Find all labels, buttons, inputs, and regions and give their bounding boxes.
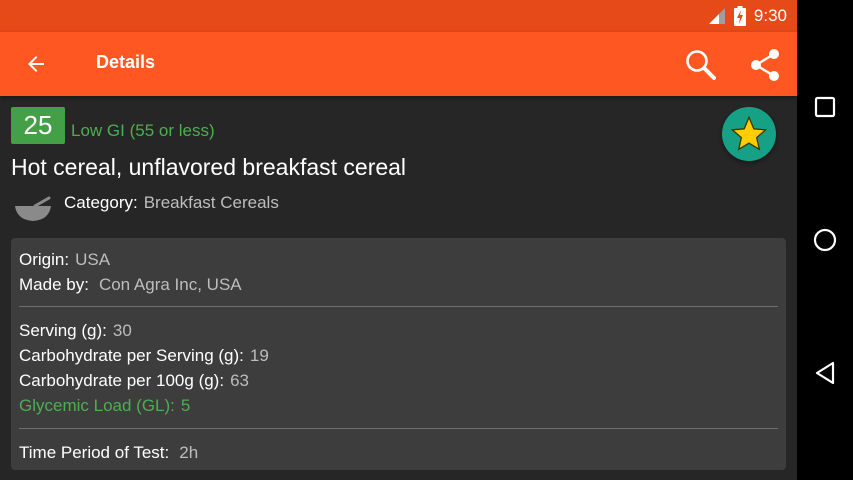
glycemic-load-label: Glycemic Load (GL): — [19, 396, 175, 415]
details-card: Origin: USA Made by: Con Agra Inc, USA Ser… — [11, 238, 786, 470]
carb-serving-value: 19 — [249, 346, 269, 365]
category-row: Category: Breakfast Cereals — [64, 193, 279, 213]
made-by-label: Made by: — [19, 275, 89, 294]
category-value: Breakfast Cereals — [143, 193, 279, 212]
back-nav-button[interactable] — [805, 353, 845, 393]
carb-serving-row: Carbohydrate per Serving (g): 19 — [19, 346, 269, 366]
app-screen: 9:30 Details 25 Low GI (55 or less) Hot … — [0, 0, 797, 480]
star-icon — [730, 115, 768, 151]
bowl-icon — [15, 196, 51, 221]
details-content: 25 Low GI (55 or less) Hot cereal, unfla… — [0, 96, 797, 480]
glycemic-load-row: Glycemic Load (GL): 5 — [19, 396, 190, 416]
home-button[interactable] — [805, 220, 845, 260]
carb-100g-row: Carbohydrate per 100g (g): 63 — [19, 371, 249, 391]
circle-icon — [813, 228, 837, 252]
made-by-row: Made by: Con Agra Inc, USA — [19, 275, 242, 295]
time-period-row: Time Period of Test: 2h — [19, 443, 198, 463]
origin-label: Origin: — [19, 250, 70, 269]
divider — [19, 306, 778, 307]
carb-100g-label: Carbohydrate per 100g (g): — [19, 371, 225, 390]
serving-row: Serving (g): 30 — [19, 321, 132, 341]
status-bar: 9:30 — [0, 0, 797, 32]
food-name: Hot cereal, unflavored breakfast cereal — [11, 154, 407, 180]
serving-value: 30 — [112, 321, 132, 340]
made-by-value: Con Agra Inc, USA — [98, 275, 242, 294]
back-button[interactable] — [20, 48, 52, 80]
triangle-back-icon — [815, 361, 835, 385]
divider — [19, 428, 778, 429]
carb-serving-label: Carbohydrate per Serving (g): — [19, 346, 244, 365]
search-icon — [686, 50, 716, 80]
gi-value-badge: 25 — [11, 107, 65, 144]
arrow-left-icon — [28, 56, 44, 72]
favorite-button[interactable] — [722, 107, 776, 161]
page-title: Details — [96, 52, 156, 72]
signal-icon — [708, 8, 725, 24]
navigation-bar — [797, 0, 853, 480]
origin-value: USA — [75, 250, 111, 269]
share-icon — [751, 49, 779, 81]
time-period-label: Time Period of Test: — [19, 443, 170, 462]
search-button[interactable] — [684, 48, 718, 82]
app-bar: Details — [0, 32, 797, 96]
category-label: Category: — [64, 193, 138, 212]
time-period-value: 2h — [179, 443, 199, 462]
recents-button[interactable] — [805, 87, 845, 127]
serving-label: Serving (g): — [19, 321, 107, 340]
square-icon — [814, 96, 836, 118]
carb-100g-value: 63 — [230, 371, 249, 390]
battery-charging-icon — [733, 6, 746, 26]
glycemic-load-value: 5 — [180, 396, 191, 415]
status-time: 9:30 — [753, 6, 787, 25]
origin-row: Origin: USA — [19, 250, 110, 270]
share-button[interactable] — [748, 48, 782, 82]
gi-rating-label: Low GI (55 or less) — [71, 121, 215, 140]
